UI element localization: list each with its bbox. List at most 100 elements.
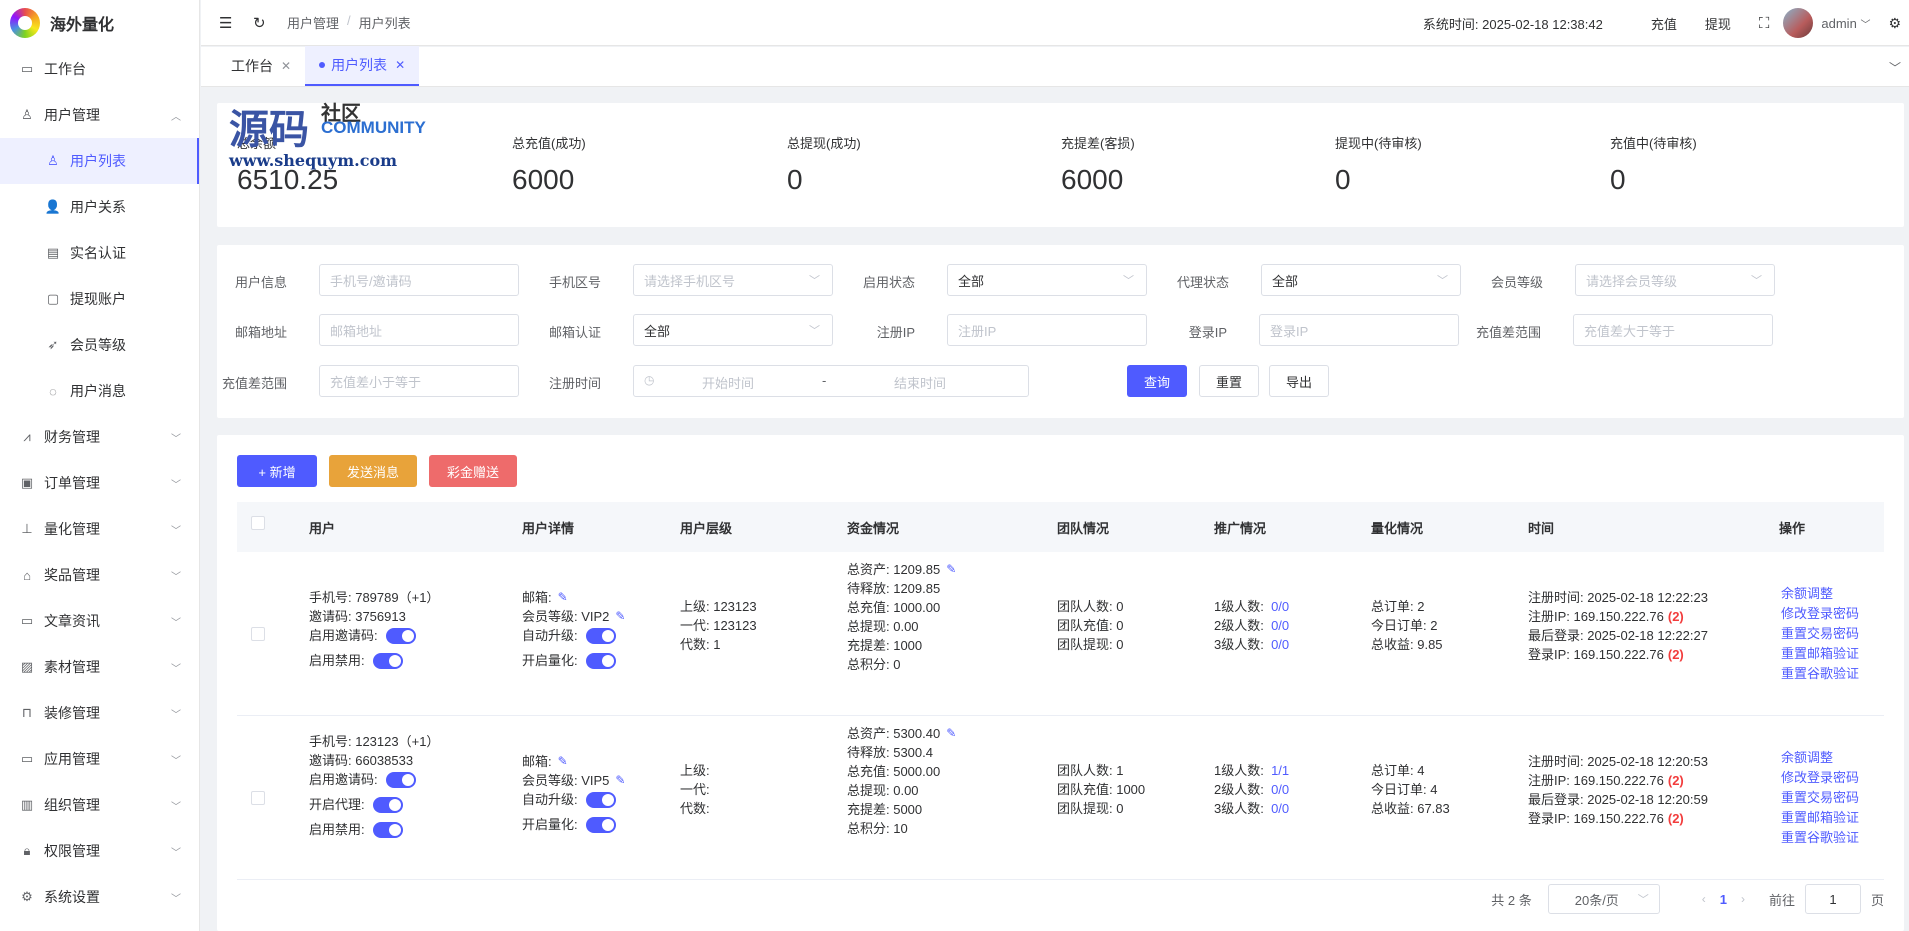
sidebar-item-permissions[interactable]: 🔒︎ 权限管理 ﹀ <box>0 828 199 874</box>
reg-ip-count: (2) <box>1667 773 1684 788</box>
settings-gear-icon[interactable]: ⚙ <box>1888 15 1901 32</box>
row-checkbox[interactable] <box>251 791 265 805</box>
agent-status-select[interactable]: 全部 ﹀ <box>1261 264 1461 296</box>
bonus-gift-button[interactable]: 彩金赠送 <box>429 455 517 487</box>
user-info-input[interactable]: 手机号/邀请码 <box>319 264 519 296</box>
edit-icon[interactable]: ✎ <box>615 607 625 626</box>
sidebar-item-user-list[interactable]: ♙ 用户列表 <box>0 138 199 184</box>
send-message-button[interactable]: 发送消息 <box>329 455 417 487</box>
fullscreen-icon[interactable]: ⛶ <box>1759 15 1770 32</box>
user-dropdown[interactable]: admin ﹀ <box>1821 16 1870 31</box>
recharge-link[interactable]: 充值 <box>1651 14 1677 33</box>
chevron-down-icon[interactable]: ﹀ <box>1889 59 1901 76</box>
diff-min-input[interactable]: 充值差大于等于 <box>1573 314 1773 346</box>
chevron-down-icon: ﹀ <box>809 325 820 337</box>
sidebar-item-finance[interactable]: ⩘ 财务管理 ﹀ <box>0 414 199 460</box>
page-suffix: 页 <box>1870 892 1884 908</box>
sidebar-item-settings[interactable]: ⚙ 系统设置 ﹀ <box>0 874 199 920</box>
goto-page-input[interactable]: 1 <box>1804 884 1861 914</box>
sidebar-item-label: 奖品管理 <box>44 567 100 583</box>
reset-button[interactable]: 重置 <box>1199 365 1259 397</box>
sidebar-item-real-name[interactable]: ▤ 实名认证 <box>0 230 199 276</box>
invite-code-toggle[interactable] <box>385 627 416 644</box>
export-button[interactable]: 导出 <box>1269 365 1329 397</box>
tab-workbench[interactable]: 工作台 ✕ <box>217 46 305 86</box>
email-verify-select[interactable]: 全部 ﹀ <box>633 314 833 346</box>
sidebar-item-apps[interactable]: ▭ 应用管理 ﹀ <box>0 736 199 782</box>
sidebar-item-withdraw-account[interactable]: ▢ 提现账户 <box>0 276 199 322</box>
query-button[interactable]: 查询 <box>1127 365 1187 397</box>
enable-status-select[interactable]: 全部 ﹀ <box>947 264 1147 296</box>
member-level-select[interactable]: 请选择会员等级 ﹀ <box>1575 264 1775 296</box>
end-placeholder[interactable]: 结束时间 <box>894 373 946 392</box>
collapse-menu-icon[interactable]: ☰ <box>219 14 235 32</box>
diff-max-input[interactable]: 充值差小于等于 <box>319 365 519 397</box>
prev-page-icon[interactable]: ‹ <box>1702 892 1706 906</box>
select-all-checkbox[interactable] <box>251 516 265 530</box>
sidebar-item-label: 工作台 <box>44 61 86 77</box>
op-balance-adjust-link[interactable]: 余额调整 <box>1781 747 1859 767</box>
breadcrumb-item[interactable]: 用户管理 <box>287 13 339 32</box>
agent-toggle[interactable] <box>372 796 403 813</box>
reg-time-range[interactable]: ◷ 开始时间 - 结束时间 <box>633 365 1029 397</box>
op-reset-google-link[interactable]: 重置谷歌验证 <box>1781 663 1859 683</box>
op-reset-email-link[interactable]: 重置邮箱验证 <box>1781 643 1859 663</box>
sidebar-item-orders[interactable]: ▣ 订单管理 ﹀ <box>0 460 199 506</box>
row-checkbox[interactable] <box>251 627 265 641</box>
promo-value-link[interactable]: 1/1 <box>1271 761 1289 780</box>
auto-upgrade-toggle[interactable] <box>585 627 616 644</box>
op-reset-google-link[interactable]: 重置谷歌验证 <box>1781 827 1859 847</box>
enable-toggle[interactable] <box>372 821 403 838</box>
email-input[interactable]: 邮箱地址 <box>319 314 519 346</box>
tab-user-list[interactable]: 用户列表 ✕ <box>305 46 420 86</box>
edit-icon[interactable]: ✎ <box>615 771 625 790</box>
op-reset-trade-password-link[interactable]: 重置交易密码 <box>1781 623 1859 643</box>
placeholder: 请选择会员等级 <box>1586 273 1678 289</box>
sidebar-item-user-relation[interactable]: 👤 用户关系 <box>0 184 199 230</box>
edit-icon[interactable]: ✎ <box>946 724 956 743</box>
close-icon[interactable]: ✕ <box>281 59 291 73</box>
op-reset-email-link[interactable]: 重置邮箱验证 <box>1781 807 1859 827</box>
page-size-select[interactable]: 20条/页 ﹀ <box>1547 884 1660 914</box>
op-change-password-link[interactable]: 修改登录密码 <box>1781 603 1859 623</box>
sidebar-item-prizes[interactable]: ⌂ 奖品管理 ﹀ <box>0 552 199 598</box>
promo-value-link[interactable]: 0/0 <box>1271 635 1289 654</box>
sidebar-item-user-management[interactable]: ♙ 用户管理 ︿ <box>0 92 199 138</box>
promo-value-link[interactable]: 0/0 <box>1271 616 1289 635</box>
column-header: 用户层级 <box>680 521 733 536</box>
promo-value-link[interactable]: 0/0 <box>1271 780 1289 799</box>
op-reset-trade-password-link[interactable]: 重置交易密码 <box>1781 787 1859 807</box>
sidebar-item-organization[interactable]: ▥ 组织管理 ﹀ <box>0 782 199 828</box>
quant-toggle[interactable] <box>585 816 616 833</box>
add-button[interactable]: + 新增 <box>237 455 317 487</box>
sidebar-item-member-level[interactable]: ➶ 会员等级 <box>0 322 199 368</box>
enable-toggle[interactable] <box>372 652 403 669</box>
promo-value-link[interactable]: 0/0 <box>1271 597 1289 616</box>
phone-area-select[interactable]: 请选择手机区号 ﹀ <box>633 264 833 296</box>
sidebar-item-user-message[interactable]: ◌ 用户消息 <box>0 368 199 414</box>
sidebar-item-workbench[interactable]: ▭ 工作台 <box>0 46 199 92</box>
edit-icon[interactable]: ✎ <box>558 588 568 607</box>
auto-upgrade-toggle[interactable] <box>585 791 616 808</box>
edit-icon[interactable]: ✎ <box>946 560 956 579</box>
invite-code-toggle[interactable] <box>385 771 416 788</box>
login-ip-input[interactable]: 登录IP <box>1259 314 1459 346</box>
logo[interactable]: 海外量化 <box>0 0 199 46</box>
op-change-password-link[interactable]: 修改登录密码 <box>1781 767 1859 787</box>
sidebar-item-decoration[interactable]: ⊓ 装修管理 ﹀ <box>0 690 199 736</box>
avatar[interactable] <box>1783 8 1814 38</box>
withdraw-link[interactable]: 提现 <box>1705 14 1731 33</box>
reg-ip-input[interactable]: 注册IP <box>947 314 1147 346</box>
edit-icon[interactable]: ✎ <box>558 752 568 771</box>
close-icon[interactable]: ✕ <box>395 58 405 72</box>
sidebar-item-quant[interactable]: ⊥ 量化管理 ﹀ <box>0 506 199 552</box>
promo-value-link[interactable]: 0/0 <box>1271 799 1289 818</box>
refresh-icon[interactable]: ↻ <box>253 14 269 32</box>
sidebar-item-materials[interactable]: ▨ 素材管理 ﹀ <box>0 644 199 690</box>
quant-toggle[interactable] <box>585 652 616 669</box>
op-balance-adjust-link[interactable]: 余额调整 <box>1781 583 1859 603</box>
page-number[interactable]: 1 <box>1720 892 1727 907</box>
next-page-icon[interactable]: › <box>1741 892 1745 906</box>
sidebar-item-articles[interactable]: ▭ 文章资讯 ﹀ <box>0 598 199 644</box>
start-placeholder[interactable]: 开始时间 <box>702 373 754 392</box>
